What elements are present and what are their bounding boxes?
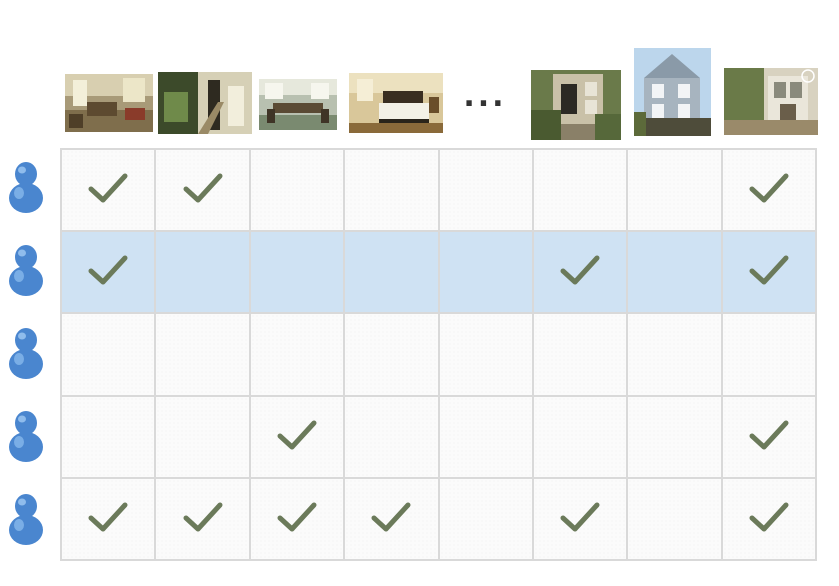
matrix-row — [59, 147, 818, 233]
matrix-cell — [59, 230, 157, 315]
checkmark-icon — [87, 171, 129, 205]
matrix-cell — [437, 147, 534, 233]
matrix-cell — [531, 394, 629, 479]
matrix-cell — [154, 476, 251, 562]
checkmark-icon — [182, 500, 224, 534]
matrix-row — [59, 312, 818, 397]
checkmark-icon — [87, 253, 129, 287]
checkmark-icon — [748, 171, 790, 205]
matrix-cell — [343, 476, 440, 562]
matrix-cell — [248, 230, 346, 315]
matrix-row — [59, 476, 818, 562]
matrix-cell — [154, 147, 251, 233]
matrix-cell — [437, 394, 534, 479]
matrix-cell — [248, 147, 346, 233]
matrix-cell — [720, 394, 818, 479]
bedroom-photo — [349, 73, 443, 133]
matrix-cell — [531, 147, 629, 233]
matrix-cell — [626, 230, 723, 315]
user-icon — [6, 160, 46, 214]
matrix-row — [59, 230, 818, 315]
checkmark-icon — [748, 500, 790, 534]
user-icon — [6, 326, 46, 380]
matrix-cell — [154, 230, 251, 315]
matrix-cell — [59, 394, 157, 479]
matrix-cell — [720, 147, 818, 233]
matrix-cell — [248, 476, 346, 562]
checkmark-icon — [276, 500, 318, 534]
checkmark-icon — [559, 253, 601, 287]
house-entrance-photo — [531, 70, 621, 140]
preference-matrix — [59, 147, 818, 562]
matrix-cell — [626, 312, 723, 397]
matrix-cell — [343, 230, 440, 315]
checkmark-icon — [559, 500, 601, 534]
matrix-cell — [720, 476, 818, 562]
checkmark-icon — [748, 418, 790, 452]
matrix-row — [59, 394, 818, 479]
matrix-cell — [59, 476, 157, 562]
checkmark-icon — [87, 500, 129, 534]
matrix-cell — [531, 230, 629, 315]
matrix-cell — [437, 312, 534, 397]
matrix-cell — [531, 312, 629, 397]
victorian-house-photo — [634, 48, 711, 136]
user-photo-matrix-diagram: ... — [0, 0, 839, 586]
user-icon — [6, 409, 46, 463]
matrix-cell — [626, 394, 723, 479]
staircase-photo — [158, 72, 252, 134]
matrix-cell — [437, 230, 534, 315]
matrix-cell — [626, 147, 723, 233]
matrix-cell — [154, 394, 251, 479]
matrix-cell — [343, 147, 440, 233]
matrix-cell — [59, 312, 157, 397]
user-icon — [6, 243, 46, 297]
checkmark-icon — [370, 500, 412, 534]
matrix-cell — [720, 230, 818, 315]
checkmark-icon — [276, 418, 318, 452]
user-icon — [6, 492, 46, 546]
matrix-cell — [248, 312, 346, 397]
matrix-cell — [437, 476, 534, 562]
matrix-cell — [343, 394, 440, 479]
matrix-cell — [720, 312, 818, 397]
living-room-photo — [65, 74, 153, 132]
house-facade-photo — [724, 68, 818, 135]
checkmark-icon — [748, 253, 790, 287]
matrix-cell — [531, 476, 629, 562]
dining-room-photo — [259, 79, 337, 130]
matrix-cell — [248, 394, 346, 479]
matrix-cell — [154, 312, 251, 397]
ellipsis-more-photos: ... — [463, 79, 507, 114]
matrix-cell — [626, 476, 723, 562]
matrix-cell — [343, 312, 440, 397]
checkmark-icon — [182, 171, 224, 205]
matrix-cell — [59, 147, 157, 233]
